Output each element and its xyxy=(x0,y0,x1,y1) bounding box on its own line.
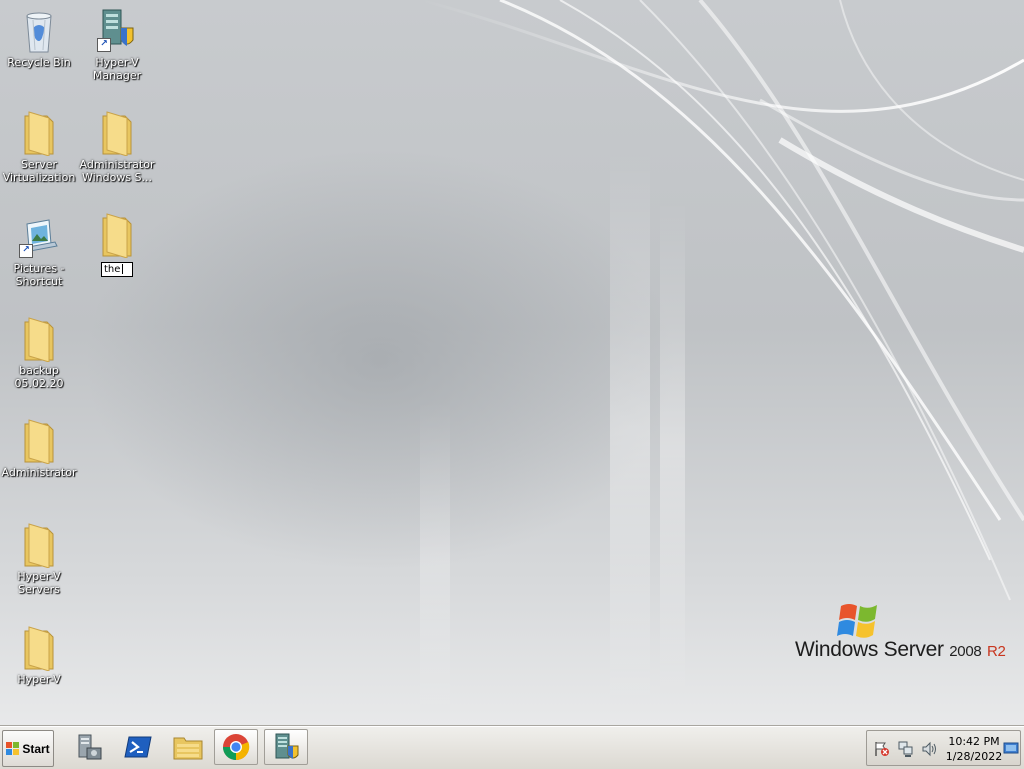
windows-logo-icon xyxy=(6,741,20,755)
shortcut-arrow-icon: ↗ xyxy=(97,38,111,52)
notification-area: 10:42 PM 1/28/2022 xyxy=(866,730,1021,766)
folder-icon xyxy=(19,110,59,157)
show-desktop-icon[interactable] xyxy=(1003,740,1019,756)
desktop-icon-label: Hyper-V Servers xyxy=(17,570,61,596)
recycle-bin-icon xyxy=(19,8,59,54)
pictures-library-icon: ↗ xyxy=(19,214,59,260)
desktop-icon-hyperv-manager[interactable]: ↗ Hyper-V Manager xyxy=(78,8,156,82)
shortcut-arrow-icon: ↗ xyxy=(19,244,33,258)
taskbar-chrome[interactable] xyxy=(214,729,258,765)
brand-edition: R2 xyxy=(986,643,1006,660)
start-label: Start xyxy=(22,741,50,756)
brand-version: 2008 xyxy=(949,643,982,660)
powershell-icon xyxy=(124,736,152,758)
desktop-icon-pictures-shortcut[interactable]: ↗ Pictures - Shortcut xyxy=(0,214,78,288)
desktop-icon-label: Recycle Bin xyxy=(7,56,71,69)
rename-input[interactable]: the xyxy=(101,262,133,277)
taskbar-server-manager[interactable] xyxy=(66,729,110,765)
taskbar-hyperv-manager[interactable] xyxy=(264,729,308,765)
brand-wordmark: Windows Server 2008 R2 xyxy=(795,638,1006,662)
desktop-icon-recycle-bin[interactable]: Recycle Bin xyxy=(0,8,78,69)
text-caret xyxy=(122,264,124,274)
windows-flag-logo xyxy=(837,604,877,638)
taskbar-powershell[interactable] xyxy=(116,729,160,765)
folder-icon xyxy=(19,316,59,363)
desktop[interactable]: Recycle Bin ↗ Hyper-V Manager Server Virtu… xyxy=(0,0,1024,726)
taskbar: Start 10:42 PM 1/28/2022 xyxy=(0,726,1024,769)
windows-explorer-icon xyxy=(173,737,203,760)
clock-time: 10:42 PM xyxy=(948,735,1000,748)
desktop-icon-label: Server Virtualization xyxy=(2,158,76,184)
desktop-icon-label: Hyper-V xyxy=(17,673,61,686)
desktop-icon-renaming-folder[interactable]: the xyxy=(78,212,156,277)
hyperv-manager-icon xyxy=(275,733,299,759)
desktop-icon-label: Administrator Windows S... xyxy=(79,158,155,184)
chrome-icon xyxy=(222,734,250,761)
desktop-icon-backup[interactable]: backup 05.02.20 xyxy=(0,316,78,390)
desktop-icon-label: Administrator xyxy=(1,466,77,479)
volume-icon[interactable] xyxy=(921,740,939,758)
folder-icon xyxy=(19,418,59,465)
desktop-icon-server-virtualization[interactable]: Server Virtualization xyxy=(0,110,78,184)
hyperv-manager-icon: ↗ xyxy=(97,8,137,54)
folder-icon xyxy=(19,522,59,569)
brand-name: Windows Server xyxy=(795,638,944,661)
desktop-icon-label: Hyper-V Manager xyxy=(92,56,142,82)
desktop-icon-hyperv-servers[interactable]: Hyper-V Servers xyxy=(0,522,78,596)
folder-icon xyxy=(97,212,137,259)
start-button[interactable]: Start xyxy=(2,730,54,767)
network-icon[interactable] xyxy=(897,740,915,758)
desktop-icon-label: backup 05.02.20 xyxy=(14,364,64,390)
action-center-flag-icon[interactable] xyxy=(873,740,891,758)
taskbar-windows-explorer[interactable] xyxy=(166,729,210,765)
folder-icon xyxy=(97,110,137,157)
clock[interactable]: 10:42 PM 1/28/2022 xyxy=(945,734,1003,764)
folder-icon xyxy=(19,625,59,672)
desktop-icon-administrator-windows[interactable]: Administrator Windows S... xyxy=(78,110,156,184)
desktop-icon-label: Pictures - Shortcut xyxy=(13,262,65,288)
clock-date: 1/28/2022 xyxy=(945,750,1003,763)
desktop-icon-administrator[interactable]: Administrator xyxy=(0,418,78,479)
desktop-icon-hyperv[interactable]: Hyper-V xyxy=(0,625,78,686)
windows-server-branding: Windows Server 2008 R2 xyxy=(795,600,1006,670)
server-manager-icon xyxy=(78,734,102,760)
